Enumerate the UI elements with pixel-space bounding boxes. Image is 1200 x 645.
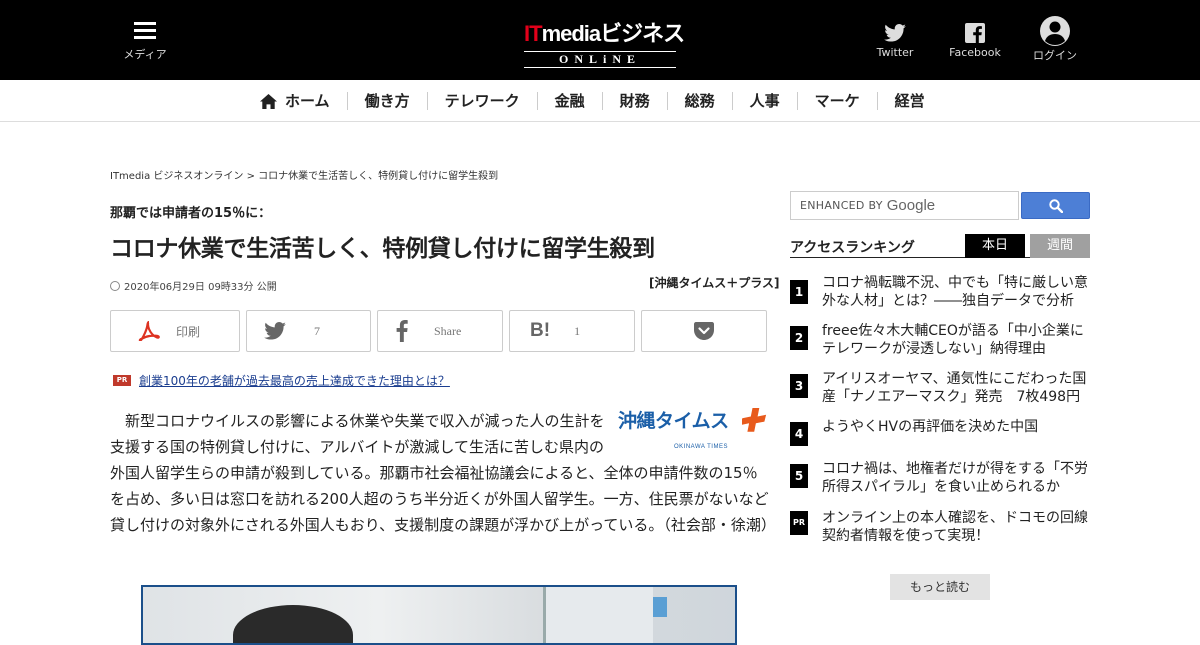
article-subtitle: 那覇では申請者の15％に：: [110, 206, 272, 221]
tweet-button[interactable]: 7: [246, 310, 371, 352]
login-label: ログイン: [1033, 49, 1077, 62]
nav-item-hatarakikata[interactable]: 働き方: [346, 92, 427, 110]
share-bar: 印刷 7 Share B! 1: [110, 310, 767, 352]
article-source: [沖縄タイムス＋プラス]: [649, 276, 780, 290]
ranking-item-text: コロナ禍転職不況、中でも「特に厳しい意外な人材」とは？――独自データで分析: [822, 275, 1088, 309]
twitter-button[interactable]: Twitter: [872, 20, 918, 59]
login-button[interactable]: ログイン: [1030, 16, 1080, 63]
category-nav: ホーム 働き方 テレワーク 金融 財務 総務 人事 マーケ 経営: [0, 80, 1200, 122]
twitter-icon: [872, 20, 918, 46]
clock-icon: [110, 280, 120, 291]
hatena-icon: B!: [530, 320, 551, 341]
logo-it: IT: [524, 21, 543, 46]
hatena-count: 1: [574, 323, 581, 338]
ranking-item[interactable]: 1 コロナ禍転職不況、中でも「特に厳しい意外な人材」とは？――独自データで分析: [790, 274, 1090, 314]
user-icon: [1030, 16, 1080, 46]
twitter-icon: [264, 322, 286, 340]
nav-item-management[interactable]: 経営: [876, 92, 942, 110]
read-more-button[interactable]: もっと読む: [890, 574, 990, 600]
pocket-button[interactable]: [641, 310, 767, 352]
nav-item-general-affairs[interactable]: 総務: [666, 92, 732, 110]
article-body: 沖縄タイムス OKINAWA TIMES 新型コロナウイルスの影響による休業や失…: [110, 408, 776, 538]
pr-badge: PR: [113, 375, 131, 386]
tab-weekly[interactable]: 週間: [1030, 234, 1090, 258]
publish-date-text: 2020年06月29日 09時33分 公開: [124, 282, 277, 293]
site-header: メディア ITmediaビジネス ONLiNE Twitter Facebook…: [0, 0, 1200, 80]
ranking-item-pr[interactable]: PR オンライン上の本人確認を、ドコモの回線契約者情報を使って実現！: [790, 509, 1090, 549]
tab-daily[interactable]: 本日: [965, 234, 1025, 258]
facebook-share-label: Share: [434, 323, 462, 338]
plus-icon: [742, 408, 767, 432]
ranking-item-text: ようやくHVの再評価を決めた中国: [822, 419, 1039, 435]
pr-link[interactable]: PR 創業100年の老舗が過去最高の売上達成できた理由とは？: [113, 372, 450, 389]
ranking-item-text: freee佐々木大輔CEOが語る「中小企業にテレワークが浸透しない」納得理由: [822, 323, 1084, 357]
nav-item-telework[interactable]: テレワーク: [426, 92, 537, 110]
rank-number: 2: [790, 326, 808, 350]
ranking-item[interactable]: 4 ようやくHVの再評価を決めた中国: [790, 418, 1090, 448]
site-logo[interactable]: ITmediaビジネス ONLiNE: [524, 16, 685, 68]
facebook-icon: [396, 320, 408, 342]
okinawa-times-logo: 沖縄タイムス OKINAWA TIMES: [618, 408, 770, 450]
ranking-header: アクセスランキング 本日 週間: [790, 234, 1090, 258]
breadcrumb-home-link[interactable]: ITmedia ビジネスオンライン: [110, 171, 243, 182]
article-title: コロナ休業で生活苦しく、特例貸し付けに留学生殺到: [110, 236, 655, 262]
breadcrumb: ITmedia ビジネスオンライン > コロナ休業で生活苦しく、特例貸し付けに留…: [110, 167, 498, 182]
facebook-label: Facebook: [949, 46, 1001, 59]
twitter-label: Twitter: [876, 46, 914, 59]
rank-number: 5: [790, 464, 808, 488]
ranking-item-text: コロナ禍は、地権者だけが得をする「不労所得スパイラル」を食い止められるか: [822, 461, 1088, 495]
search-button[interactable]: [1021, 192, 1090, 219]
ranking-item-text: オンライン上の本人確認を、ドコモの回線契約者情報を使って実現！: [822, 510, 1088, 544]
hamburger-icon: [134, 22, 156, 40]
nav-item-marketing[interactable]: マーケ: [796, 92, 877, 110]
ranking-item[interactable]: 3 アイリスオーヤマ、通気性にこだわった国産「ナノエアーマスク」発売 7枚498…: [790, 370, 1090, 410]
search-placeholder-prefix: ENHANCED BY: [800, 199, 883, 212]
print-label: 印刷: [176, 324, 201, 339]
ranking-item[interactable]: 5 コロナ禍は、地権者だけが得をする「不労所得スパイラル」を食い止められるか: [790, 460, 1090, 500]
home-icon: [260, 93, 277, 109]
hatena-bookmark-button[interactable]: B! 1: [509, 310, 635, 352]
tweet-count: 7: [314, 323, 320, 338]
search-icon: [1048, 198, 1063, 213]
breadcrumb-current: コロナ休業で生活苦しく、特例貸し付けに留学生殺到: [258, 171, 499, 182]
logo-rest: mediaビジネス: [541, 21, 686, 46]
media-menu-label: メディア: [123, 48, 167, 61]
nav-item-finance[interactable]: 金融: [536, 92, 602, 110]
nav-item-accounting[interactable]: 財務: [601, 92, 667, 110]
pocket-icon: [694, 322, 714, 340]
google-wordmark: Google: [886, 197, 936, 214]
facebook-icon: [948, 20, 1002, 46]
pr-link-text[interactable]: 創業100年の老舗が過去最高の売上達成できた理由とは？: [139, 372, 450, 389]
breadcrumb-separator: >: [243, 171, 259, 182]
nav-item-home[interactable]: ホーム: [252, 92, 347, 110]
nav-item-label: ホーム: [285, 92, 330, 110]
rank-number: 3: [790, 374, 808, 398]
nav-item-hr[interactable]: 人事: [731, 92, 797, 110]
media-menu-button[interactable]: メディア: [122, 22, 168, 62]
facebook-share-button[interactable]: Share: [377, 310, 503, 352]
publish-date: 2020年06月29日 09時33分 公開: [110, 278, 277, 293]
rank-number: 4: [790, 422, 808, 446]
article-photo: [141, 585, 737, 645]
pr-badge: PR: [790, 511, 808, 535]
rank-number: 1: [790, 280, 808, 304]
print-button[interactable]: 印刷: [110, 310, 240, 352]
site-search: ENHANCED BY Google: [790, 191, 1090, 220]
ranking-item-text: アイリスオーヤマ、通気性にこだわった国産「ナノエアーマスク」発売 7枚498円: [822, 371, 1087, 405]
search-input[interactable]: ENHANCED BY Google: [790, 191, 1019, 220]
ranking-title: アクセスランキング: [790, 240, 915, 256]
logo-online: ONLiNE: [524, 51, 676, 68]
pdf-icon: [138, 321, 160, 341]
ranking-item[interactable]: 2 freee佐々木大輔CEOが語る「中小企業にテレワークが浸透しない」納得理由: [790, 322, 1090, 362]
facebook-button[interactable]: Facebook: [948, 20, 1002, 59]
